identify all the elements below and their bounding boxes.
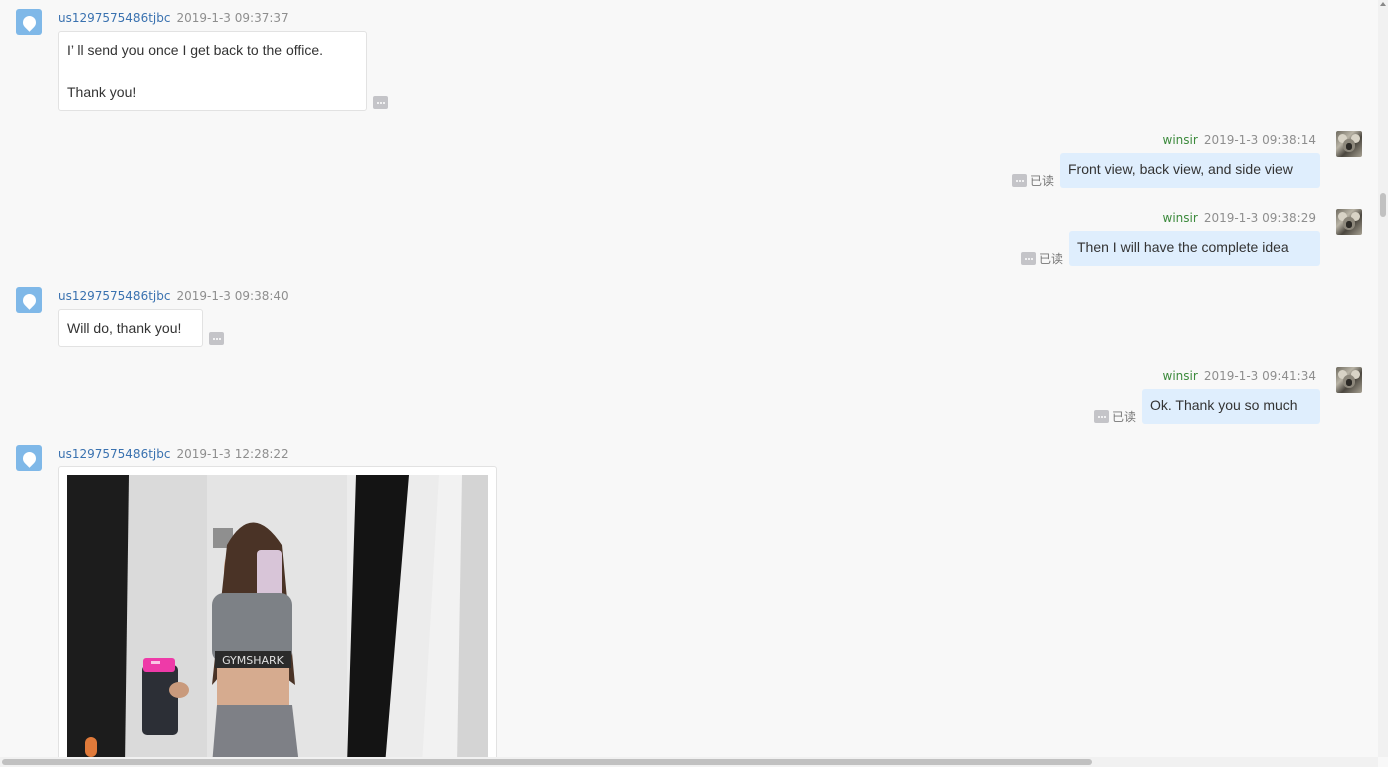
sender-name[interactable]: winsir <box>1163 369 1198 383</box>
message-text: Ok. Thank you so much <box>1150 397 1298 413</box>
incoming-message-bubble[interactable]: I’ ll send you once I get back to the of… <box>58 31 367 111</box>
message-text: I’ ll send you once I get back to the of… <box>67 42 324 58</box>
sender-name[interactable]: us1297575486tjbc <box>58 11 170 25</box>
message-meta: winsir 2019-1-3 09:38:14 <box>1163 133 1316 147</box>
message-time: 2019-1-3 09:38:14 <box>1203 133 1316 147</box>
sender-name[interactable]: us1297575486tjbc <box>58 289 170 303</box>
outgoing-message-bubble[interactable]: Ok. Thank you so much <box>1142 389 1320 424</box>
message-meta: winsir 2019-1-3 09:38:29 <box>1163 211 1316 225</box>
message-time: 2019-1-3 12:28:22 <box>176 447 289 461</box>
message-text: Will do, thank you! <box>67 320 182 336</box>
read-status: 已读 <box>1039 252 1064 266</box>
more-options-icon[interactable] <box>1021 252 1036 265</box>
more-options-icon[interactable] <box>1094 410 1109 423</box>
message-meta: winsir 2019-1-3 09:41:34 <box>1163 369 1316 383</box>
more-options-icon[interactable] <box>209 332 224 345</box>
horizontal-scrollbar[interactable] <box>0 757 1378 767</box>
more-options-icon[interactable] <box>373 96 388 109</box>
message-text: Thank you! <box>67 84 137 100</box>
chat-history: us1297575486tjbc 2019-1-3 09:37:37 I’ ll … <box>0 0 1378 757</box>
outgoing-message-bubble[interactable]: Then I will have the complete idea <box>1069 231 1320 266</box>
scroll-up-arrow-icon[interactable] <box>1380 2 1386 6</box>
message-meta: us1297575486tjbc 2019-1-3 12:28:22 <box>58 447 289 461</box>
sender-name[interactable]: us1297575486tjbc <box>58 447 170 461</box>
vertical-scroll-thumb[interactable] <box>1380 193 1386 217</box>
user-avatar-icon[interactable] <box>16 445 42 471</box>
my-avatar-icon[interactable] <box>1336 131 1362 157</box>
outgoing-message-bubble[interactable]: Front view, back view, and side view <box>1060 153 1320 188</box>
read-status: 已读 <box>1030 174 1055 188</box>
read-status: 已读 <box>1112 410 1137 424</box>
message-time: 2019-1-3 09:37:37 <box>176 11 289 25</box>
horizontal-scroll-thumb[interactable] <box>2 759 1092 765</box>
message-text: Front view, back view, and side view <box>1068 161 1293 177</box>
user-avatar-icon[interactable] <box>16 287 42 313</box>
sender-name[interactable]: winsir <box>1163 133 1198 147</box>
photo-image[interactable]: GYMSHARK <box>67 475 488 757</box>
message-time: 2019-1-3 09:38:40 <box>176 289 289 303</box>
my-avatar-icon[interactable] <box>1336 209 1362 235</box>
more-options-icon[interactable] <box>1012 174 1027 187</box>
vertical-scrollbar[interactable] <box>1378 0 1388 757</box>
message-text: Then I will have the complete idea <box>1077 239 1289 255</box>
sender-name[interactable]: winsir <box>1163 211 1198 225</box>
user-avatar-icon[interactable] <box>16 9 42 35</box>
message-meta: us1297575486tjbc 2019-1-3 09:37:37 <box>58 11 289 25</box>
message-time: 2019-1-3 09:38:29 <box>1203 211 1316 225</box>
waistband-text: GYMSHARK <box>222 654 285 667</box>
my-avatar-icon[interactable] <box>1336 367 1362 393</box>
message-time: 2019-1-3 09:41:34 <box>1203 369 1316 383</box>
incoming-message-bubble[interactable]: Will do, thank you! <box>58 309 203 347</box>
message-meta: us1297575486tjbc 2019-1-3 09:38:40 <box>58 289 289 303</box>
